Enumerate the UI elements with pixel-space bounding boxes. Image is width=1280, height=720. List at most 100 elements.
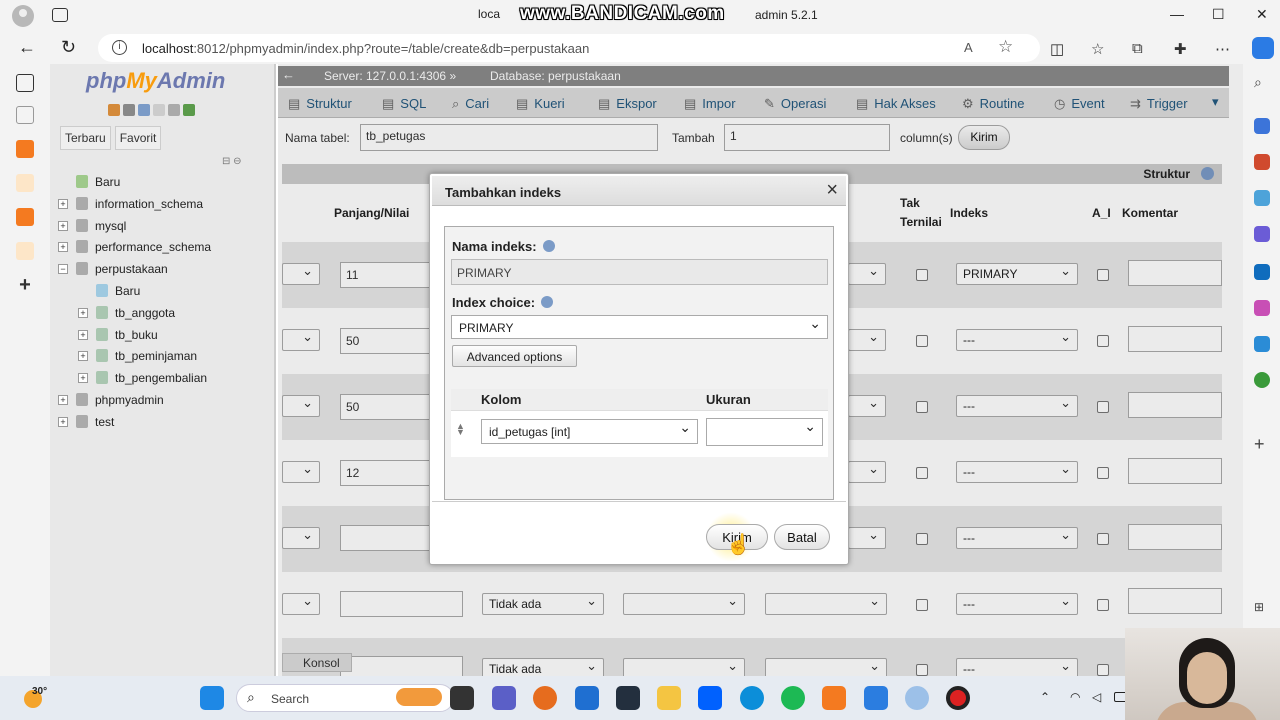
tab-favorites[interactable]: Favorit [114, 126, 162, 150]
index-choice-label: Index choice: [452, 295, 554, 310]
file-explorer-icon[interactable] [657, 686, 681, 710]
settings-gear-icon[interactable] [168, 104, 180, 116]
index-size-input[interactable] [706, 418, 823, 446]
database-icon [76, 218, 88, 232]
store-icon[interactable] [575, 686, 599, 710]
tab-recent[interactable]: Terbaru [60, 126, 111, 150]
tray-chevron-icon[interactable]: ⌃ [1040, 690, 1054, 704]
favorite-star-icon[interactable]: ☆ [998, 37, 1013, 57]
index-name-input[interactable]: PRIMARY [451, 259, 828, 285]
database-icon [76, 262, 88, 276]
windows-taskbar: 30° ⌕ Search ⌃ ◠ ◁ [0, 676, 1280, 720]
bandicam-record-icon[interactable] [946, 686, 970, 710]
site-info-icon[interactable]: i [112, 40, 127, 55]
extensions-icon[interactable]: ✚ [1174, 40, 1187, 58]
table-icon [96, 305, 108, 319]
browser-titlebar: loca www.BANDICAM.com admin 5.2.1 — ☐ ✕ [0, 0, 1280, 32]
window-title-right: admin 5.2.1 [755, 8, 818, 22]
new-tab-plus-icon[interactable]: + [16, 275, 34, 295]
add-sidebar-icon[interactable]: + [1254, 434, 1270, 454]
pma-tab-icon[interactable] [16, 174, 34, 192]
address-bar[interactable]: i localhost:8012/phpmyadmin/index.php?ro… [98, 34, 1040, 62]
games-icon[interactable] [1254, 226, 1270, 242]
browser-toolbar: ← ↻ i localhost:8012/phpmyadmin/index.ph… [0, 32, 1280, 64]
xampp-tab-icon[interactable] [16, 208, 34, 226]
tag-icon[interactable] [1254, 118, 1270, 134]
database-icon [76, 196, 88, 210]
dialog-close-icon[interactable]: × [826, 179, 838, 202]
close-window-button[interactable]: ✕ [1256, 6, 1268, 23]
dialog-titlebar: Tambahkan indeks × [432, 176, 846, 206]
xampp-tab-icon[interactable] [16, 140, 34, 158]
temperature: 30° [32, 686, 48, 697]
edge-sidebar: ⌕ + ⊞ ◫ [1243, 64, 1280, 676]
collapse-all-icon[interactable]: ⊟ ⊖ [222, 156, 242, 167]
table-icon [96, 327, 108, 341]
spotify-icon[interactable] [781, 686, 805, 710]
drag-handle-icon[interactable]: ▲ ▼ [456, 422, 465, 437]
network-app-icon[interactable] [905, 686, 929, 710]
dialog-cancel-button[interactable]: Batal [774, 524, 830, 550]
index-name-label: Nama indeks: [452, 239, 555, 254]
reload-icon[interactable] [183, 104, 195, 116]
webpage: phpMyAdmin Terbaru Favorit ⊟ ⊖ Baru + inf… [50, 64, 1243, 676]
col-header-kolom: Kolom [481, 392, 522, 407]
dropbox-icon[interactable] [698, 686, 722, 710]
vscode-icon[interactable] [864, 686, 888, 710]
help-icon[interactable] [138, 104, 150, 116]
send-icon[interactable] [1254, 336, 1270, 352]
tree-icon[interactable] [1254, 372, 1270, 388]
tab-actions-icon[interactable] [16, 74, 34, 92]
hand-cursor-icon: ☝ [726, 534, 751, 556]
search-icon[interactable]: ⌕ [1254, 74, 1270, 90]
search-icon: ⌕ [247, 689, 255, 705]
table-icon [96, 371, 108, 385]
profile-avatar-icon[interactable] [12, 5, 34, 27]
advanced-options-button[interactable]: Advanced options [452, 345, 577, 367]
task-view-icon[interactable] [450, 686, 474, 710]
maximize-button[interactable]: ☐ [1212, 6, 1225, 23]
refresh-icon[interactable]: ↻ [61, 37, 76, 58]
phpmyadmin-logo[interactable]: phpMyAdmin [86, 68, 225, 94]
volume-icon[interactable]: ◁ [1092, 690, 1106, 704]
copilot-icon[interactable] [1252, 37, 1274, 59]
shopping-icon[interactable] [1254, 154, 1270, 170]
dialog-body: Nama indeks: PRIMARY Index choice: PRIMA… [444, 226, 834, 500]
read-aloud-icon[interactable]: A [964, 40, 973, 55]
pma-tab-icon[interactable] [16, 242, 34, 260]
office-icon[interactable] [1254, 300, 1270, 316]
sidebar-settings-icon[interactable]: ⊞ [1254, 600, 1270, 616]
teams-icon[interactable] [492, 686, 516, 710]
help-icon [541, 296, 554, 308]
index-table-header: Kolom Ukuran [451, 389, 828, 411]
index-column-select[interactable]: id_petugas [int] [481, 419, 698, 444]
back-arrow-icon[interactable]: ← [18, 37, 36, 58]
tab-actions-icon[interactable] [52, 8, 68, 22]
pma-nav-tabs: Terbaru Favorit [60, 126, 162, 150]
url-text[interactable]: localhost:8012/phpmyadmin/index.php?rout… [142, 41, 589, 56]
docs-icon[interactable] [153, 104, 165, 116]
tools-icon[interactable] [1254, 190, 1270, 206]
start-windows-icon[interactable] [200, 686, 224, 710]
firefox-icon[interactable] [533, 686, 557, 710]
outlook-icon[interactable] [1254, 264, 1270, 280]
edge-icon[interactable] [740, 686, 764, 710]
pma-navigation-panel: phpMyAdmin Terbaru Favorit ⊟ ⊖ Baru + inf… [50, 64, 276, 676]
index-columns-table: Kolom Ukuran ▲ ▼ id_petugas [int] [451, 389, 828, 457]
presenter-face [1187, 652, 1227, 704]
amazon-icon[interactable] [616, 686, 640, 710]
help-icon [542, 240, 555, 252]
split-screen-icon[interactable]: ◫ [1050, 40, 1064, 58]
logout-icon[interactable] [123, 104, 135, 116]
more-menu-icon[interactable]: ⋯ [1215, 40, 1230, 58]
tab-page-icon[interactable] [16, 106, 34, 124]
col-header-ukuran: Ukuran [706, 392, 751, 407]
minimize-button[interactable]: — [1170, 6, 1184, 22]
index-choice-select[interactable]: PRIMARY [451, 315, 828, 339]
home-icon[interactable] [108, 104, 120, 116]
xampp-icon[interactable] [822, 686, 846, 710]
database-icon [76, 414, 88, 428]
wifi-icon[interactable]: ◠ [1070, 690, 1084, 704]
collections-icon[interactable]: ⧉ [1132, 40, 1143, 57]
favorites-icon[interactable]: ☆ [1091, 40, 1104, 58]
